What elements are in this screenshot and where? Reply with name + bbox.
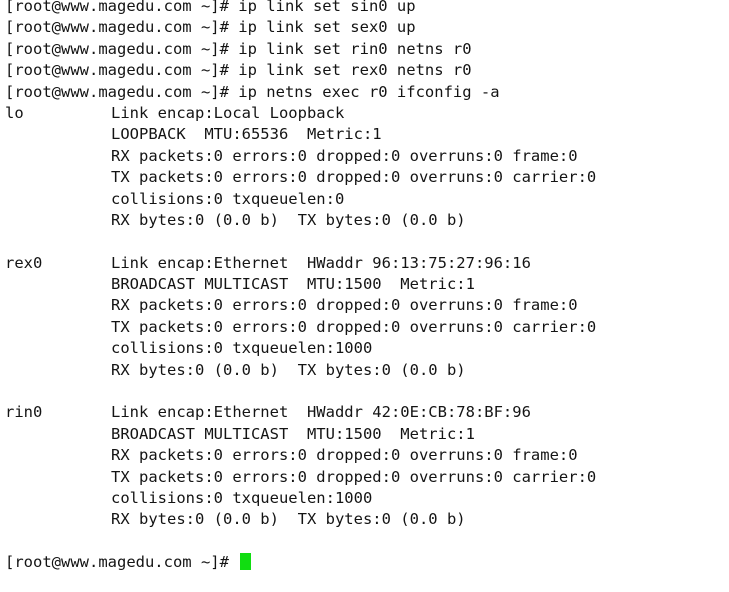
shell-prompt: [root@www.magedu.com ~]# xyxy=(5,82,239,101)
ifconfig-output-line: lo Link encap:Local Loopback xyxy=(5,103,729,124)
interface-detail: RX packets:0 errors:0 dropped:0 overruns… xyxy=(111,296,578,315)
command-line: [root@www.magedu.com ~]# ip link set rin… xyxy=(5,39,729,60)
ifconfig-output-line: TX packets:0 errors:0 dropped:0 overruns… xyxy=(5,317,729,338)
ifconfig-output-line: RX packets:0 errors:0 dropped:0 overruns… xyxy=(5,295,729,316)
interface-name: rin0 xyxy=(5,403,43,422)
command-line: [root@www.magedu.com ~]# ip link set sex… xyxy=(5,17,729,38)
command-line: [root@www.magedu.com ~]# ip netns exec r… xyxy=(5,82,729,103)
interface-detail: RX bytes:0 (0.0 b) TX bytes:0 (0.0 b) xyxy=(111,360,466,379)
ifconfig-output-line: RX packets:0 errors:0 dropped:0 overruns… xyxy=(5,146,729,167)
command-text: ip link set rin0 netns r0 xyxy=(238,39,472,58)
interface-detail: BROADCAST MULTICAST MTU:1500 Metric:1 xyxy=(111,275,475,294)
interface-detail: TX packets:0 errors:0 dropped:0 overruns… xyxy=(111,317,597,336)
ifconfig-output-line: collisions:0 txqueuelen:0 xyxy=(5,189,729,210)
interface-detail: Link encap:Ethernet HWaddr 96:13:75:27:9… xyxy=(111,253,531,272)
ifconfig-output-line: RX packets:0 errors:0 dropped:0 overruns… xyxy=(5,445,729,466)
active-prompt-line[interactable]: [root@www.magedu.com ~]# xyxy=(5,552,729,573)
command-text: ip netns exec r0 ifconfig -a xyxy=(238,82,500,101)
ifconfig-output-line: TX packets:0 errors:0 dropped:0 overruns… xyxy=(5,467,729,488)
ifconfig-output-line: RX bytes:0 (0.0 b) TX bytes:0 (0.0 b) xyxy=(5,509,729,530)
ifconfig-output-line: rex0 Link encap:Ethernet HWaddr 96:13:75:… xyxy=(5,253,729,274)
interface-name: rex0 xyxy=(5,253,43,272)
interface-detail: RX bytes:0 (0.0 b) TX bytes:0 (0.0 b) xyxy=(111,510,466,529)
ifconfig-output-line: collisions:0 txqueuelen:1000 xyxy=(5,488,729,509)
shell-prompt: [root@www.magedu.com ~]# xyxy=(5,553,239,572)
ifconfig-output-line: LOOPBACK MTU:65536 Metric:1 xyxy=(5,124,729,145)
interface-name: lo xyxy=(5,103,24,122)
interface-detail: Link encap:Local Loopback xyxy=(111,103,345,122)
shell-prompt: [root@www.magedu.com ~]# xyxy=(5,61,239,80)
interface-detail: collisions:0 txqueuelen:1000 xyxy=(111,488,373,507)
ifconfig-output-line: BROADCAST MULTICAST MTU:1500 Metric:1 xyxy=(5,424,729,445)
interface-detail: collisions:0 txqueuelen:0 xyxy=(111,189,345,208)
shell-prompt: [root@www.magedu.com ~]# xyxy=(5,39,239,58)
interface-detail: RX packets:0 errors:0 dropped:0 overruns… xyxy=(111,446,578,465)
interface-detail: collisions:0 txqueuelen:1000 xyxy=(111,339,373,358)
interface-detail: LOOPBACK MTU:65536 Metric:1 xyxy=(111,125,382,144)
ifconfig-output-line: RX bytes:0 (0.0 b) TX bytes:0 (0.0 b) xyxy=(5,360,729,381)
command-text: ip link set rex0 netns r0 xyxy=(238,61,472,80)
interface-detail: TX packets:0 errors:0 dropped:0 overruns… xyxy=(111,168,597,187)
command-text: ip link set sin0 up xyxy=(238,0,416,15)
shell-prompt: [root@www.magedu.com ~]# xyxy=(5,18,239,37)
interface-detail: TX packets:0 errors:0 dropped:0 overruns… xyxy=(111,467,597,486)
command-text: ip link set sex0 up xyxy=(238,18,416,37)
interface-detail: BROADCAST MULTICAST MTU:1500 Metric:1 xyxy=(111,424,475,443)
interface-detail: Link encap:Ethernet HWaddr 42:0E:CB:78:B… xyxy=(111,403,531,422)
ifconfig-output-line: BROADCAST MULTICAST MTU:1500 Metric:1 xyxy=(5,274,729,295)
interface-detail: RX packets:0 errors:0 dropped:0 overruns… xyxy=(111,146,578,165)
ifconfig-output-line: RX bytes:0 (0.0 b) TX bytes:0 (0.0 b) xyxy=(5,210,729,231)
command-line: [root@www.magedu.com ~]# ip link set sin… xyxy=(5,0,729,17)
interface-detail: RX bytes:0 (0.0 b) TX bytes:0 (0.0 b) xyxy=(111,210,466,229)
text-cursor xyxy=(240,553,252,571)
terminal-window[interactable]: [root@www.magedu.com ~]# ip link set sin… xyxy=(0,0,729,592)
ifconfig-output-line: collisions:0 txqueuelen:1000 xyxy=(5,338,729,359)
ifconfig-output-line: rin0 Link encap:Ethernet HWaddr 42:0E:CB:… xyxy=(5,402,729,423)
ifconfig-output-line: TX packets:0 errors:0 dropped:0 overruns… xyxy=(5,167,729,188)
command-line: [root@www.magedu.com ~]# ip link set rex… xyxy=(5,60,729,81)
shell-prompt: [root@www.magedu.com ~]# xyxy=(5,0,239,15)
